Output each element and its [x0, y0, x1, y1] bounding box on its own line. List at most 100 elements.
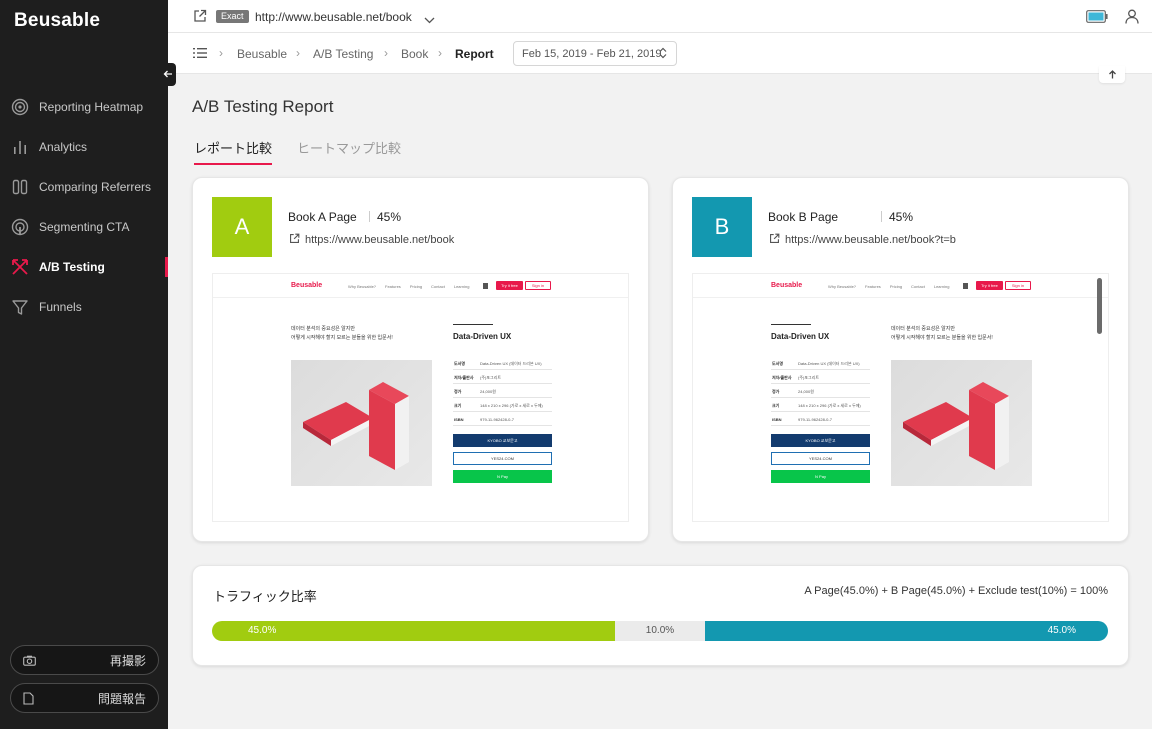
preview-info-key: 크기 — [772, 403, 780, 408]
traffic-ratio-formula: A Page(45.0%) + B Page(45.0%) + Exclude … — [804, 585, 1108, 597]
sidebar-item-ab-testing[interactable]: A/B Testing — [0, 247, 168, 287]
preview-logo: Beusable — [771, 282, 803, 289]
sidebar-item-funnels[interactable]: Funnels — [0, 287, 168, 327]
preview-nav-links: Why Beusable? Features Pricing Contact Learn… — [828, 284, 958, 289]
book-image — [291, 360, 432, 486]
collapse-sidebar-button[interactable] — [160, 63, 176, 86]
preview-description-line: 데이터 분석의 중요성은 알지만 — [291, 326, 355, 332]
preview-info-key: 저자/출판사 — [454, 375, 474, 380]
preview-info-row: 정가 24,000원 — [771, 385, 870, 398]
preview-info-key: 도서명 — [454, 361, 466, 366]
preview-info-row: 정가 24,000원 — [453, 385, 552, 398]
preview-info-value: Data-Driven UX (데이터 드리븐 UX) — [480, 361, 542, 366]
top-bar: Exact http://www.beusable.net/book — [168, 0, 1152, 33]
breadcrumb-item[interactable]: Beusable — [237, 47, 287, 61]
breadcrumb-item[interactable]: A/B Testing — [313, 47, 373, 61]
sidebar-item-label: Funnels — [39, 300, 82, 314]
tab-report-compare[interactable]: レポート比較 — [194, 138, 273, 165]
preview-signin-button: Sign in — [1005, 281, 1031, 290]
app-logo[interactable]: Beusable — [14, 10, 100, 32]
preview-info-key: ISBN — [454, 417, 464, 422]
variant-b-link[interactable]: https://www.beusable.net/book?t=b — [769, 233, 956, 247]
bar-chart-icon — [11, 138, 29, 156]
variant-a-url: https://www.beusable.net/book — [305, 234, 455, 246]
scroll-top-button[interactable] — [1099, 66, 1125, 83]
breadcrumb-item[interactable]: Book — [401, 47, 428, 61]
preview-nav-link: Learning — [453, 284, 470, 289]
sidebar: Beusable Reporting Heatmap Analytics Com… — [0, 0, 168, 729]
preview-info-value: 148 x 210 x 296 (가로 x 세로 x 두께) — [798, 403, 861, 408]
preview-nav: Beusable Why Beusable? Features Pricing Con… — [213, 274, 628, 298]
preview-yes24-button: YES24.COM — [771, 452, 870, 465]
date-range-value: Feb 15, 2019 - Feb 21, 2019 — [522, 47, 662, 60]
variant-a-preview[interactable]: Beusable Why Beusable? Features Pricing Con… — [212, 273, 629, 522]
sidebar-item-label: Comparing Referrers — [39, 180, 152, 194]
preview-nav-link: Contact — [431, 284, 445, 289]
preview-info-row: 크기 148 x 210 x 296 (가로 x 세로 x 두께) — [453, 399, 552, 412]
preview-nav-link: Features — [865, 284, 881, 289]
report-issue-button[interactable]: 問題報告 — [10, 683, 159, 713]
list-menu-icon[interactable] — [193, 46, 207, 64]
preview-info-value: 24,000원 — [798, 389, 814, 394]
preview-nav: Beusable Why Beusable? Features Pricing Con… — [693, 274, 1108, 298]
variant-b-preview[interactable]: Beusable Why Beusable? Features Pricing Con… — [692, 273, 1109, 522]
traffic-segment-a: 45.0% — [212, 621, 616, 641]
sidebar-item-segmenting-cta[interactable]: Segmenting CTA — [0, 207, 168, 247]
chevron-down-icon[interactable] — [424, 11, 435, 29]
tab-heatmap-compare[interactable]: ヒートマップ比較 — [297, 138, 401, 163]
recapture-label: 再撮影 — [109, 653, 146, 668]
cart-icon — [963, 283, 968, 289]
preview-info-row: 도서명 Data-Driven UX (데이터 드리븐 UX) — [453, 357, 552, 370]
preview-info-key: 정가 — [454, 389, 462, 394]
variant-a-name: Book A Page — [288, 210, 357, 224]
preview-info-key: ISBN — [772, 417, 782, 422]
sidebar-item-analytics[interactable]: Analytics — [0, 127, 168, 167]
breadcrumb-separator: › — [384, 46, 388, 60]
preview-nav-link: Learning — [933, 284, 950, 289]
breadcrumb-separator: › — [438, 46, 442, 60]
user-icon[interactable] — [1125, 9, 1139, 29]
divider — [453, 324, 493, 325]
variant-b-badge: B — [692, 197, 752, 257]
preview-info-row: 도서명 Data-Driven UX (데이터 드리븐 UX) — [771, 357, 870, 370]
report-issue-label: 問題報告 — [97, 691, 146, 706]
variant-b-card: B Book B Page 45% https://www.beusable.n… — [672, 177, 1129, 542]
preview-npay-button: N Pay — [453, 470, 552, 483]
target-url[interactable]: http://www.beusable.net/book — [255, 10, 412, 24]
cart-icon — [483, 283, 488, 289]
preview-nav-link: Pricing — [409, 284, 423, 289]
book-image — [891, 360, 1032, 486]
date-range-select[interactable]: Feb 15, 2019 - Feb 21, 2019 — [513, 41, 677, 66]
preview-info-key: 정가 — [772, 389, 780, 394]
arrow-up-icon — [1108, 66, 1117, 84]
variant-b-name: Book B Page — [768, 210, 839, 224]
variant-a-link[interactable]: https://www.beusable.net/book — [289, 233, 454, 247]
updown-chevron-icon — [659, 47, 667, 62]
preview-description-line: 어떻게 시작해야 할지 모르는 분들을 위한 입문서! — [891, 335, 993, 341]
breadcrumb-separator: › — [219, 46, 223, 60]
variant-a-card: A Book A Page 45% https://www.beusable.n… — [192, 177, 649, 542]
preview-description-line: 데이터 분석의 중요성은 알지만 — [891, 326, 955, 332]
sidebar-item-comparing-referrers[interactable]: Comparing Referrers — [0, 167, 168, 207]
recapture-button[interactable]: 再撮影 — [10, 645, 159, 675]
columns-icon — [11, 178, 29, 196]
divider — [771, 324, 811, 325]
preview-scrollbar[interactable] — [1097, 278, 1102, 334]
preview-description: 데이터 분석의 중요성은 알지만 어떻게 시작해야 할지 모르는 분들을 위한 … — [891, 325, 1041, 343]
preview-info-value: 148 x 210 x 296 (가로 x 세로 x 두께) — [480, 403, 543, 408]
preview-nav-link: Why Beusable? — [828, 284, 857, 289]
sidebar-item-reporting-heatmap[interactable]: Reporting Heatmap — [0, 87, 168, 127]
split-arrows-icon — [11, 258, 29, 276]
divider — [881, 211, 882, 222]
variant-a-share: 45% — [377, 210, 402, 224]
preview-info-value: 979-11-962428-0-7 — [798, 417, 832, 422]
preview-info-value: 979-11-962428-0-7 — [480, 417, 514, 422]
camera-icon — [23, 653, 37, 667]
traffic-segment-b: 45.0% — [704, 621, 1108, 641]
breadcrumb-current: Report — [455, 47, 494, 61]
funnel-icon — [11, 298, 29, 316]
preview-nav-link: Contact — [911, 284, 925, 289]
preview-kyobo-button: KYOBO 교보문고 — [771, 434, 870, 447]
traffic-ratio-bar: 45.0% 10.0% 45.0% — [212, 621, 1108, 641]
external-link-icon[interactable] — [193, 9, 207, 28]
